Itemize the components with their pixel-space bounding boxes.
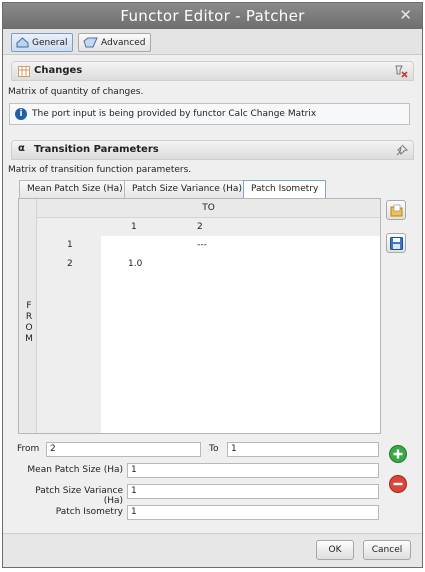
advanced-icon: [83, 37, 98, 48]
tab-general-label: General: [32, 37, 68, 48]
changes-title: Changes: [34, 65, 83, 76]
tab-general[interactable]: General: [11, 33, 74, 52]
column-header-row: [37, 218, 380, 236]
cancel-button[interactable]: Cancel: [363, 540, 411, 560]
from-label: From: [17, 444, 40, 454]
tab-patch-size-variance[interactable]: Patch Size Variance (Ha): [124, 180, 250, 198]
save-button[interactable]: [386, 233, 406, 253]
alpha-icon: α: [18, 143, 25, 154]
changes-info-box: i The port input is being provided by fu…: [9, 103, 410, 125]
info-icon: i: [15, 108, 27, 120]
transition-header: α Transition Parameters: [11, 140, 414, 160]
from-axis: F R O M: [19, 199, 37, 433]
to-field[interactable]: 1: [227, 442, 379, 457]
from-letter: R: [25, 312, 33, 322]
to-label: To: [209, 444, 219, 454]
patch-size-variance-label: Patch Size Variance (Ha): [35, 486, 123, 506]
matrix-cell[interactable]: [102, 236, 166, 254]
functor-editor-window: Functor Editor - Patcher ✕ General Advan…: [2, 2, 423, 568]
patch-size-variance-field[interactable]: 1: [127, 484, 379, 499]
mean-patch-size-field[interactable]: 1: [127, 463, 379, 478]
patch-isometry-field[interactable]: 1: [127, 505, 379, 520]
matrix-icon: [18, 66, 30, 77]
from-axis-label: F R O M: [24, 301, 34, 345]
column-header: 2: [197, 222, 203, 232]
add-icon[interactable]: [388, 444, 408, 464]
changes-info-text: The port input is being provided by func…: [32, 109, 317, 119]
close-icon[interactable]: ✕: [399, 6, 412, 24]
tab-advanced-label: Advanced: [101, 37, 146, 48]
mean-patch-size-label: Mean Patch Size (Ha): [27, 465, 123, 475]
tab-isometry-label: Patch Isometry: [251, 184, 319, 194]
matrix-cell[interactable]: 1.0: [102, 255, 166, 273]
tab-mean-patch-size[interactable]: Mean Patch Size (Ha): [19, 180, 131, 198]
from-letter: M: [25, 334, 33, 344]
dialog-footer: OK Cancel: [3, 533, 422, 567]
row-header: 2: [67, 259, 73, 269]
floppy-disk-icon: [390, 237, 403, 250]
title-bar: Functor Editor - Patcher ✕: [3, 3, 422, 29]
top-tab-bar: General Advanced: [3, 29, 422, 55]
transition-title: Transition Parameters: [34, 144, 159, 155]
ok-button[interactable]: OK: [316, 540, 354, 560]
pin-icon[interactable]: [396, 144, 408, 156]
folder-icon: [390, 204, 403, 217]
from-field[interactable]: 2: [46, 442, 201, 457]
column-header: 1: [131, 222, 137, 232]
window-title: Functor Editor - Patcher: [120, 7, 305, 25]
house-icon: [16, 37, 29, 48]
patch-isometry-label: Patch Isometry: [55, 507, 123, 517]
tab-advanced[interactable]: Advanced: [78, 33, 152, 52]
matrix-cell[interactable]: [166, 255, 232, 273]
open-button[interactable]: [386, 200, 406, 220]
tab-variance-label: Patch Size Variance (Ha): [132, 184, 242, 194]
matrix-cell[interactable]: ---: [166, 236, 232, 254]
unpin-icon[interactable]: [394, 65, 408, 78]
remove-icon[interactable]: [388, 474, 408, 494]
changes-description: Matrix of quantity of changes.: [8, 87, 144, 97]
to-axis-label: TO: [37, 199, 380, 218]
transition-description: Matrix of transition function parameters…: [8, 165, 192, 175]
tab-patch-isometry[interactable]: Patch Isometry: [243, 180, 327, 199]
changes-header: Changes: [11, 61, 414, 81]
from-letter: F: [26, 301, 32, 311]
from-letter: O: [25, 323, 33, 333]
transition-matrix: F R O M TO 1 2 1 --- 2 1.0: [18, 198, 381, 434]
tab-mean-label: Mean Patch Size (Ha): [27, 184, 123, 194]
row-header: 1: [67, 240, 73, 250]
